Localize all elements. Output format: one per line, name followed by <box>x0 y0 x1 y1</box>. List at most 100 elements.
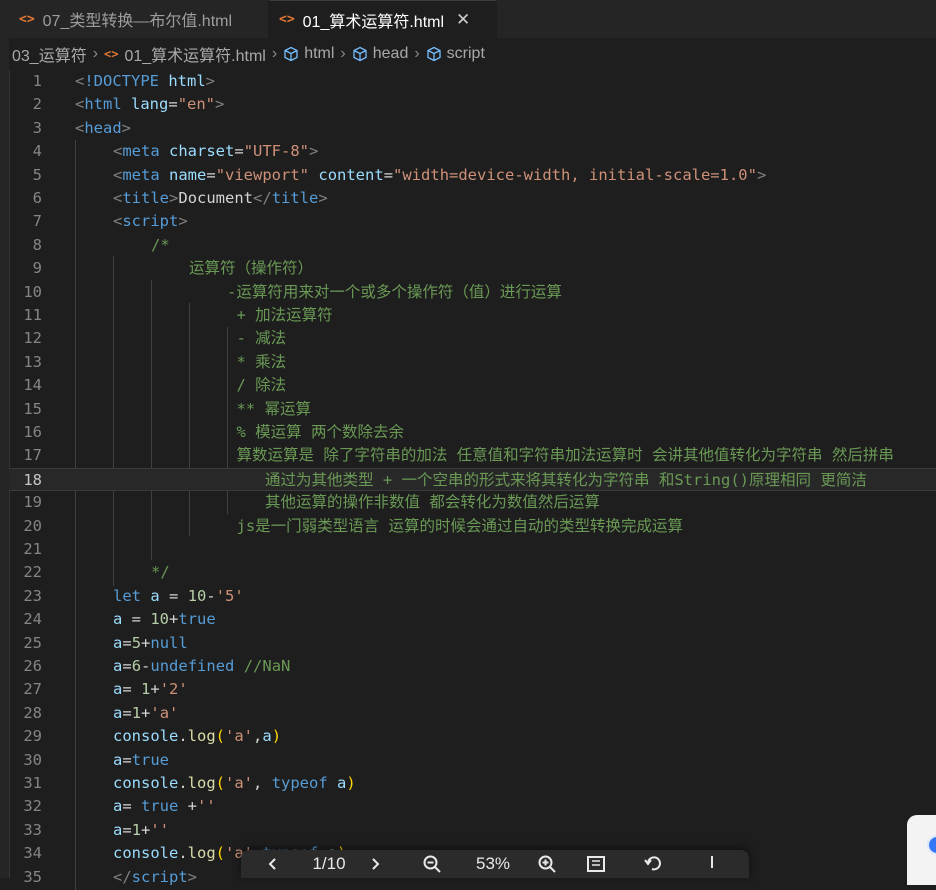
more-icon[interactable] <box>689 850 735 878</box>
code-line[interactable]: 13 * 乘法 <box>9 351 936 374</box>
code-token: 'a' <box>225 727 254 746</box>
code-line[interactable]: 19 其他运算的操作非数值 都会转化为数值然后运算 <box>9 491 936 514</box>
breadcrumb-script[interactable]: script <box>426 45 485 63</box>
code-line[interactable]: 15 ** 幂运算 <box>9 398 936 421</box>
code-token: = <box>168 95 178 114</box>
code-line[interactable]: 18 通过为其他类型 + 一个空串的形式来将其转化为字符串 和String()原理… <box>9 467 936 492</box>
line-number: 10 <box>23 282 42 301</box>
code-token: + <box>141 633 151 652</box>
chevron-right-icon: › <box>271 45 278 62</box>
code-line[interactable]: 32 a= true +'' <box>9 795 936 818</box>
code-token: '' <box>150 820 170 839</box>
code-token: . <box>178 727 188 746</box>
line-number: 24 <box>23 610 42 629</box>
zoom-in-icon[interactable] <box>519 850 575 878</box>
line-number: 8 <box>32 235 42 254</box>
code-token: < <box>75 95 85 114</box>
code-line[interactable]: 22 */ <box>9 561 936 584</box>
line-number: 21 <box>23 540 42 558</box>
code-token: a <box>262 727 272 746</box>
code-token: '' <box>197 797 216 816</box>
code-line[interactable]: 1 <!DOCTYPE html> <box>9 70 936 93</box>
code-line[interactable]: 30 a=true <box>9 749 936 772</box>
code-token: lang <box>131 95 169 114</box>
code-token: , <box>253 774 272 792</box>
code-token: = <box>122 797 142 816</box>
code-line[interactable]: 2 <html lang="en"> <box>9 93 936 116</box>
code-line[interactable]: 7 <script> <box>9 210 936 233</box>
code-line[interactable]: 25 a=5+null <box>9 632 936 655</box>
code-line[interactable]: 21 <box>9 538 936 561</box>
code-line[interactable]: 6 <title>Document</title> <box>9 187 936 210</box>
code-token: '5' <box>215 586 244 605</box>
breadcrumb-head[interactable]: head <box>352 45 408 63</box>
status-dot-icon[interactable] <box>927 835 936 855</box>
code-text: * 乘法 <box>237 351 287 374</box>
code-line[interactable]: 12 - 减法 <box>9 327 936 350</box>
code-line[interactable]: 24 a = 10+true <box>9 608 936 631</box>
code-text: <meta charset="UTF-8"> <box>113 140 318 163</box>
tab-bar: <> 07_类型转换—布尔值.html <> 01_算术运算符.html ✕ <box>9 0 936 38</box>
code-line[interactable]: 10 -运算符用来对一个或多个操作符（值）进行运算 <box>9 281 936 304</box>
line-number: 15 <box>23 399 42 418</box>
code-text: a=6-undefined //NaN <box>113 655 290 678</box>
code-text: <script> <box>113 210 188 233</box>
code-text: console.log('a', typeof a) <box>113 772 356 795</box>
code-line[interactable]: 28 a=1+'a' <box>9 702 936 725</box>
tab-label: 01_算术运算符.html <box>302 13 445 31</box>
code-token: title <box>122 189 170 207</box>
tab-01-arithmetic-operators[interactable]: <> 01_算术运算符.html ✕ <box>269 0 497 38</box>
rotate-icon[interactable] <box>617 850 689 878</box>
line-number: 35 <box>23 867 42 886</box>
code-text: a= 1+'2' <box>113 678 188 701</box>
code-text: <meta name="viewport" content="width=dev… <box>113 164 766 187</box>
code-token: > <box>187 867 198 886</box>
code-text: console.log('a',a) <box>113 725 281 748</box>
code-token: < <box>75 72 85 90</box>
code-token: console <box>113 844 179 863</box>
code-token: = <box>122 820 132 839</box>
code-line[interactable]: 16 % 模运算 两个数除去余 <box>9 421 936 444</box>
code-line[interactable]: 33 a=1+'' <box>9 819 936 842</box>
breadcrumb-file[interactable]: <> 01_算术运算符.html <box>104 42 266 66</box>
chevron-right-icon: › <box>92 45 99 62</box>
code-line[interactable]: 27 a= 1+'2' <box>9 678 936 701</box>
code-text: js是一门弱类型语言 运算的时候会通过自动的类型转换完成运算 <box>237 515 684 538</box>
code-line[interactable]: 17 算数运算是 除了字符串的加法 任意值和字符串加法运算时 会讲其他值转化为字符… <box>9 444 936 467</box>
code-line[interactable]: 3 <head> <box>9 117 936 140</box>
fit-page-icon[interactable] <box>575 850 617 878</box>
code-line[interactable]: 26 a=6-undefined //NaN <box>9 655 936 678</box>
close-icon[interactable]: ✕ <box>456 10 470 30</box>
code-token: ) <box>271 727 282 746</box>
code-line[interactable]: 8 /* <box>9 234 936 257</box>
code-token: . <box>178 844 188 863</box>
chevron-right-icon[interactable] <box>353 850 397 878</box>
code-token: = <box>122 680 142 699</box>
code-token: = <box>122 750 132 769</box>
code-token: 6 <box>131 657 142 675</box>
tab-07-type-conversion[interactable]: <> 07_类型转换—布尔值.html <box>9 0 269 38</box>
breadcrumb-folder[interactable]: 03_运算符 <box>12 42 87 66</box>
code-line[interactable]: 4 <meta charset="UTF-8"> <box>9 140 936 163</box>
code-line[interactable]: 20 js是一门弱类型语言 运算的时候会通过自动的类型转换完成运算 <box>9 515 936 538</box>
code-editor[interactable]: 1 <!DOCTYPE html> 2 <html lang="en"> 3 <head>… <box>9 70 936 890</box>
code-line[interactable]: 29 console.log('a',a) <box>9 725 936 748</box>
breadcrumb-html[interactable]: html <box>283 45 334 63</box>
line-number: 20 <box>23 516 42 535</box>
zoom-out-icon[interactable] <box>397 850 467 878</box>
code-token: a <box>113 703 123 722</box>
code-line[interactable]: 23 let a = 10-'5' <box>9 585 936 608</box>
code-line[interactable]: 31 console.log('a', typeof a) <box>9 772 936 795</box>
line-number: 14 <box>23 376 42 395</box>
chevron-right-icon: › <box>340 45 346 62</box>
chevron-left-icon[interactable] <box>241 850 305 878</box>
code-line[interactable]: 14 / 除法 <box>9 374 936 397</box>
code-token: + <box>150 680 160 699</box>
code-line[interactable]: 11 + 加法运算符 <box>9 304 936 327</box>
cube-icon <box>427 46 441 62</box>
code-line[interactable]: 5 <meta name="viewport" content="width=de… <box>9 164 936 187</box>
code-line[interactable]: 9 运算符（操作符） <box>9 257 936 280</box>
code-token: = <box>206 165 216 184</box>
